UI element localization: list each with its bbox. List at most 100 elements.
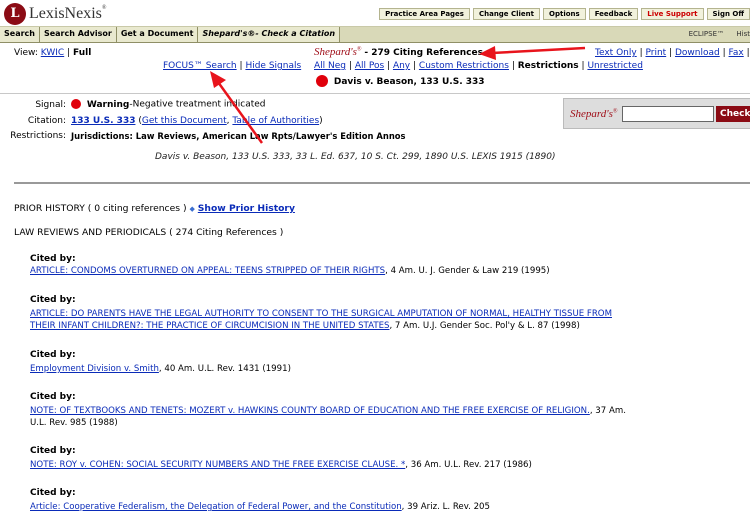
list-item: NOTE: OF TEXTBOOKS AND TENETS: MOZERT v.… [30,406,626,416]
all-pos-link[interactable]: All Pos [355,61,384,71]
custom-restrictions-link[interactable]: Custom Restrictions [419,61,509,71]
filter-separator-3: | [413,61,417,71]
warning-signal-icon [316,75,328,87]
citation-link[interactable]: 133 U.S. 333 [71,116,135,126]
citing-reference-link[interactable]: Article: Cooperative Federalism, the Del… [30,502,402,512]
cited-by-label: Cited by: [30,446,76,456]
cited-by-label: Cited by: [30,392,76,402]
citation-input[interactable] [622,106,714,122]
all-neg-link[interactable]: All Neg [314,61,346,71]
list-item: NOTE: ROY v. COHEN: SOCIAL SECURITY NUMB… [30,460,532,470]
law-reviews-heading: LAW REVIEWS AND PERIODICALS ( 274 Citing… [14,227,284,238]
focus-controls: FOCUS™ Search | Hide Signals [163,61,301,71]
hide-signals-link[interactable]: Hide Signals [245,61,301,71]
get-this-document-link[interactable]: Get this Document [142,116,227,126]
unrestricted-link[interactable]: Unrestricted [587,61,642,71]
section-divider [14,182,750,184]
list-item: Employment Division v. Smith, 40 Am. U.L… [30,364,291,374]
nav-bar: Search Search Advisor Get a Document She… [0,27,750,43]
practice-area-pages-button[interactable]: Practice Area Pages [379,8,470,20]
citing-reference-link[interactable]: ARTICLE: DO PARENTS HAVE THE LEGAL AUTHO… [30,309,612,319]
filter-separator-5: | [581,61,585,71]
kwic-link[interactable]: KWIC [41,48,64,58]
citing-reference-link[interactable]: ARTICLE: CONDOMS OVERTURNED ON APPEAL: T… [30,266,385,276]
filter-separator-2: | [387,61,391,71]
arrow-to-citing-references-icon [479,46,586,60]
citing-reference-source: , 4 Am. U. J. Gender & Law 219 (1995) [385,266,550,276]
signal-text: -Negative treatment indicated [129,99,266,110]
citing-reference-source: , 37 Am. [589,406,626,416]
print-link[interactable]: Print [645,48,666,58]
citation-row: 133 U.S. 333 (Get this Document, Table o… [71,116,323,126]
restrictions-label: Restrictions [517,61,579,71]
view-label: View: [14,48,38,58]
cited-by-label: Cited by: [30,350,76,360]
restriction-filters: All Neg | All Pos | Any | Custom Restric… [314,61,643,71]
citing-reference-source: , 36 Am. U.L. Rev. 217 (1986) [405,460,532,470]
tab-search[interactable]: Search [0,27,40,42]
table-of-authorities-link[interactable]: Table of Authorities [232,116,319,126]
options-button[interactable]: Options [543,8,586,20]
citing-reference-link[interactable]: NOTE: ROY v. COHEN: SOCIAL SECURITY NUMB… [30,460,405,470]
prior-history-label: PRIOR HISTORY ( 0 citing references ) [14,203,187,214]
lexisnexis-logo[interactable]: L LexisNexis® [4,3,106,25]
list-item: ARTICLE: CONDOMS OVERTURNED ON APPEAL: T… [30,266,550,276]
shepards-box-logo-mark: ® [612,108,618,115]
citing-reference-source: , 39 Ariz. L. Rev. 205 [401,502,490,512]
warning-dot-icon [71,99,81,109]
top-header: L LexisNexis® Practice Area Pages Change… [0,0,750,27]
view-options: View: KWIC | Full [14,48,91,58]
citation-label: Citation: [27,116,66,126]
list-item-continued: THEIR INFANT CHILDREN?: THE PRACTICE OF … [30,321,580,331]
any-link[interactable]: Any [393,61,410,71]
shepards-logo-mark: ® [356,46,362,53]
download-link[interactable]: Download [675,48,720,58]
tab-get-a-document[interactable]: Get a Document [116,27,199,42]
shepards-logo: Shepard's [314,46,357,58]
citing-reference-link[interactable]: NOTE: OF TEXTBOOKS AND TENETS: MOZERT v.… [30,406,590,416]
filter-separator-1: | [348,61,352,71]
focus-search-link[interactable]: FOCUS™ Search [163,61,237,71]
fax-link[interactable]: Fax [729,48,744,58]
filter-separator-4: | [511,61,515,71]
eclipse-link[interactable]: ECLIPSE™ [689,30,724,38]
diamond-bullet-icon: ◆ [189,205,195,213]
full-view-label: Full [73,48,92,58]
full-citation: Davis v. Beason, 133 U.S. 333, 33 L. Ed.… [155,152,556,162]
tab-shepards[interactable]: Shepard's®- Check a Citation [198,27,341,42]
change-client-button[interactable]: Change Client [472,8,541,20]
delivery-separator-4: | [746,48,750,58]
shepards-summary: Shepard's® - 279 Citing References [314,46,483,58]
show-prior-history-link[interactable]: Show Prior History [198,203,295,214]
tab-search-advisor[interactable]: Search Advisor [39,27,117,42]
sign-off-button[interactable]: Sign Off [706,8,750,20]
delivery-separator-2: | [669,48,673,58]
prior-history-row: PRIOR HISTORY ( 0 citing references ) ◆ … [14,203,295,214]
logo-text: LexisNexis [29,5,102,22]
live-support-button[interactable]: Live Support [641,8,704,20]
restrictions-detail-label: Restrictions: [10,131,66,141]
restrictions-detail-text: Jurisdictions: Law Reviews, American Law… [71,131,406,141]
delivery-separator-3: | [722,48,726,58]
citing-reference-link-continued[interactable]: THEIR INFANT CHILDREN?: THE PRACTICE OF … [30,321,389,331]
signal-row: Warning-Negative treatment indicated [71,99,266,110]
shepards-box-logo: Shepard's [570,108,613,120]
divider [0,93,750,94]
view-separator: | [67,48,71,58]
delivery-links: Text Only | Print | Download | Fax | Em [595,48,750,58]
shepards-quick-check: Shepard's® Check [563,98,750,129]
check-button[interactable]: Check [716,106,750,122]
citing-reference-link[interactable]: Employment Division v. Smith [30,364,159,374]
cited-by-label: Cited by: [30,488,76,498]
logo-trademark: ® [101,5,107,11]
text-only-link[interactable]: Text Only [595,48,637,58]
signal-label: Signal: [35,100,66,110]
feedback-button[interactable]: Feedback [588,8,639,20]
delivery-separator-1: | [639,48,643,58]
case-title-row: Davis v. Beason, 133 U.S. 333 [316,75,485,87]
history-link[interactable]: Hist [736,30,750,38]
case-title: Davis v. Beason, 133 U.S. 333 [333,76,485,87]
cited-by-label: Cited by: [30,254,76,264]
citing-reference-source: , 7 Am. U.J. Gender Soc. Pol'y & L. 87 (… [389,321,580,331]
list-item: Article: Cooperative Federalism, the Del… [30,502,490,512]
